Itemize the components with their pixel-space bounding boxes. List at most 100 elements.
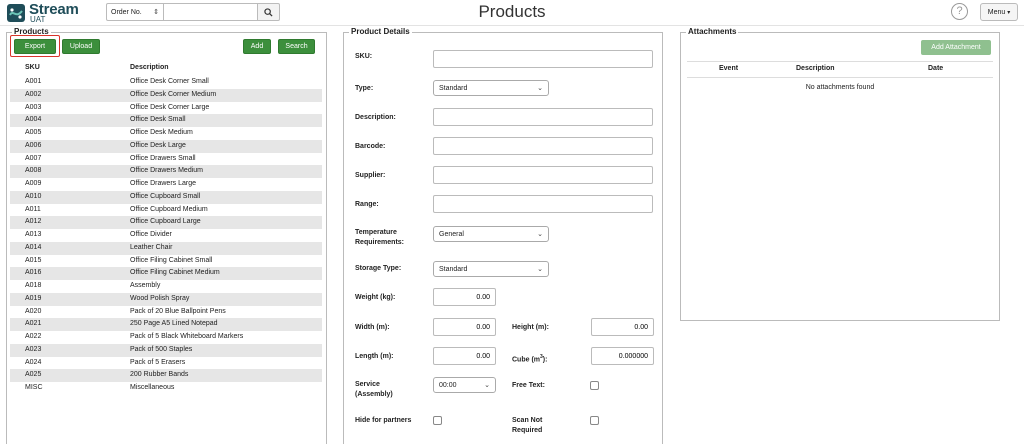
search-type-select[interactable]: Order No. ⇕ <box>106 3 164 21</box>
row-description: Office Cupboard Small <box>130 192 201 200</box>
cube-input[interactable] <box>591 347 654 365</box>
row-description: Pack of 20 Blue Ballpoint Pens <box>130 307 226 315</box>
table-row[interactable]: A004 Office Desk Small <box>10 114 322 127</box>
barcode-label: Barcode: <box>355 143 386 150</box>
row-description: Office Cupboard Medium <box>130 205 208 213</box>
export-button[interactable]: Export <box>14 39 56 54</box>
products-table-body: A001 Office Desk Corner Small A002 Office D… <box>10 76 322 395</box>
table-row[interactable]: A023 Pack of 500 Staples <box>10 343 322 357</box>
sku-label: SKU: <box>355 53 373 60</box>
table-row[interactable]: A007 Office Drawers Small <box>10 153 322 166</box>
row-description: Office Desk Medium <box>130 129 193 136</box>
table-row[interactable]: A021 250 Page A5 Lined Notepad <box>10 318 322 331</box>
table-row[interactable]: A002 Office Desk Corner Medium <box>10 88 322 102</box>
row-sku: A003 <box>25 103 42 111</box>
stream-logo[interactable]: Stream UAT <box>6 2 79 24</box>
table-row[interactable]: A019 Wood Polish Spray <box>10 292 322 306</box>
type-select[interactable]: Standard ⌄ <box>433 80 549 96</box>
width-input[interactable] <box>433 318 496 336</box>
table-row[interactable]: A005 Office Desk Medium <box>10 127 322 140</box>
add-attachment-button[interactable]: Add Attachment <box>921 40 991 55</box>
help-icon[interactable]: ? <box>951 3 968 20</box>
row-description: 250 Page A5 Lined Notepad <box>130 320 218 328</box>
supplier-input[interactable] <box>433 166 653 184</box>
row-sku: A004 <box>25 116 42 124</box>
table-row[interactable]: A003 Office Desk Corner Large <box>10 102 322 115</box>
service-select-value: 00:00 <box>439 381 457 389</box>
table-row[interactable]: A006 Office Desk Large <box>10 139 322 153</box>
type-label: Type: <box>355 85 374 92</box>
column-header-date[interactable]: Date <box>928 65 943 72</box>
column-header-description[interactable]: Description <box>130 64 169 71</box>
row-description: Assembly <box>130 282 161 289</box>
table-row[interactable]: A016 Office Filing Cabinet Medium <box>10 267 322 280</box>
upload-button[interactable]: Upload <box>62 39 100 54</box>
row-sku: A016 <box>25 269 42 277</box>
service-select[interactable]: 00:00 ⌄ <box>433 377 496 393</box>
search-input[interactable] <box>164 3 258 21</box>
type-select-value: Standard <box>439 84 468 92</box>
table-row[interactable]: A024 Pack of 5 Erasers <box>10 357 322 370</box>
table-row[interactable]: MISC Miscellaneous <box>10 382 322 395</box>
range-label: Range: <box>355 201 379 208</box>
cube-label: Cube (m3): <box>512 354 548 364</box>
search-button[interactable] <box>258 3 280 21</box>
hide-partners-checkbox[interactable] <box>433 416 442 425</box>
storage-type-select[interactable]: Standard ⌄ <box>433 261 549 277</box>
temperature-select[interactable]: General ⌄ <box>433 226 549 242</box>
table-row[interactable]: A009 Office Drawers Large <box>10 178 322 191</box>
row-description: Office Filing Cabinet Medium <box>130 269 220 277</box>
row-description: Office Desk Small <box>130 116 186 124</box>
row-sku: A025 <box>25 371 42 379</box>
caret-down-icon: ▾ <box>1007 9 1011 16</box>
row-sku: A005 <box>25 129 42 136</box>
menu-button[interactable]: Menu ▾ <box>980 3 1018 21</box>
table-row[interactable]: A001 Office Desk Corner Small <box>10 76 322 89</box>
attachments-divider <box>687 61 993 62</box>
table-row[interactable]: A015 Office Filing Cabinet Small <box>10 255 322 268</box>
row-sku: A018 <box>25 282 42 289</box>
table-row[interactable]: A018 Assembly <box>10 280 322 293</box>
table-row[interactable]: A008 Office Drawers Medium <box>10 165 322 178</box>
row-sku: MISC <box>25 384 43 391</box>
table-row[interactable]: A014 Leather Chair <box>10 241 322 255</box>
attachments-panel: Attachments Add Attachment Event Descrip… <box>680 27 1000 321</box>
range-input[interactable] <box>433 195 653 213</box>
table-row[interactable]: A025 200 Rubber Bands <box>10 369 322 382</box>
scan-not-required-checkbox[interactable] <box>590 416 599 425</box>
weight-input[interactable] <box>433 288 496 306</box>
row-description: Office Drawers Small <box>130 154 196 162</box>
table-row[interactable]: A011 Office Cupboard Medium <box>10 204 322 217</box>
row-sku: A012 <box>25 218 42 226</box>
attachments-header-divider <box>687 77 993 78</box>
description-label: Description: <box>355 114 396 121</box>
length-label: Length (m): <box>355 353 394 360</box>
search-products-button[interactable]: Search <box>278 39 315 54</box>
top-header: Stream UAT Order No. ⇕ Products ? Menu ▾ <box>0 0 1024 26</box>
row-sku: A024 <box>25 358 42 366</box>
row-sku: A020 <box>25 307 42 315</box>
barcode-input[interactable] <box>433 137 653 155</box>
chevron-down-icon: ⌄ <box>537 266 543 273</box>
row-sku: A010 <box>25 192 42 200</box>
height-input[interactable] <box>591 318 654 336</box>
description-input[interactable] <box>433 108 653 126</box>
table-row[interactable]: A022 Pack of 5 Black Whiteboard Markers <box>10 331 322 344</box>
table-row[interactable]: A010 Office Cupboard Small <box>10 190 322 204</box>
length-input[interactable] <box>433 347 496 365</box>
add-product-button[interactable]: Add <box>243 39 271 54</box>
row-description: Office Desk Corner Large <box>130 103 210 111</box>
storage-type-label: Storage Type: <box>355 265 402 272</box>
free-text-checkbox[interactable] <box>590 381 599 390</box>
table-row[interactable]: A020 Pack of 20 Blue Ballpoint Pens <box>10 306 322 319</box>
row-sku: A007 <box>25 154 42 162</box>
column-header-sku[interactable]: SKU <box>25 64 40 71</box>
chevron-down-icon: ⌄ <box>484 382 490 389</box>
row-description: 200 Rubber Bands <box>130 371 189 379</box>
sku-input[interactable] <box>433 50 653 68</box>
table-row[interactable]: A013 Office Divider <box>10 229 322 242</box>
table-row[interactable]: A012 Office Cupboard Large <box>10 216 322 229</box>
column-header-att-description[interactable]: Description <box>796 65 835 72</box>
column-header-event[interactable]: Event <box>719 65 738 72</box>
row-description: Office Filing Cabinet Small <box>130 256 213 264</box>
